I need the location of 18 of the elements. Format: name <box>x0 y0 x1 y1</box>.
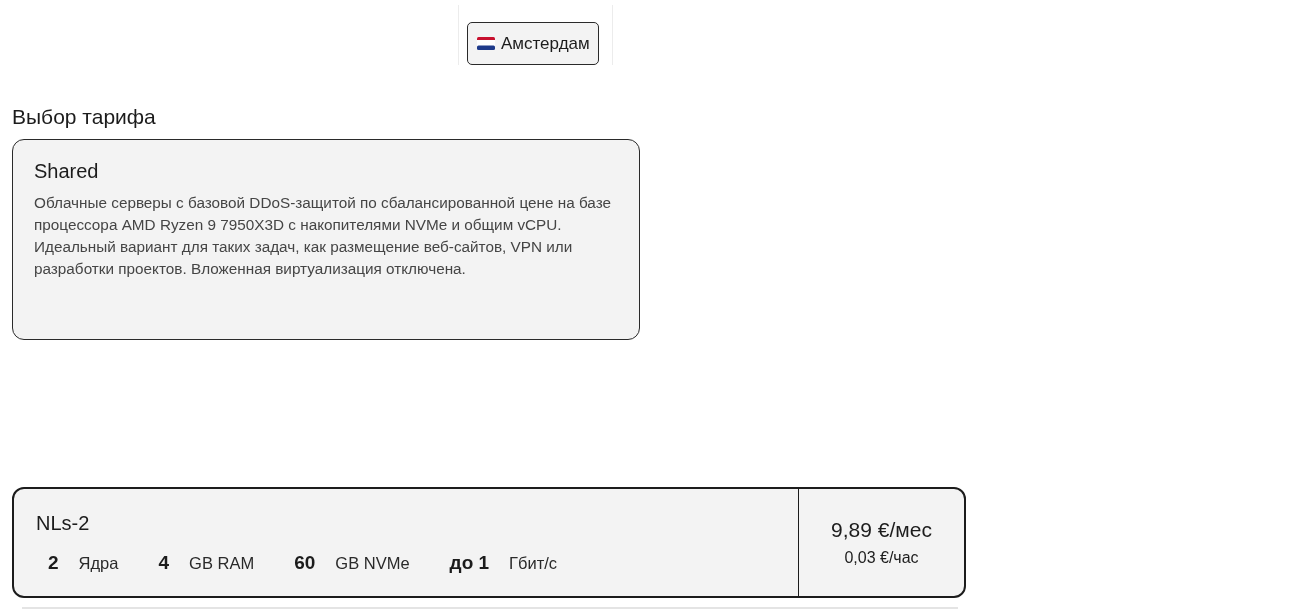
spec-value: 4 <box>158 551 170 575</box>
spec-unit: Гбит/с <box>509 553 558 574</box>
hourly-price: 0,03 €/час <box>844 547 919 568</box>
plan-card[interactable]: NLs-2 2 Ядра 4 GB RAM 60 GB NVMe до 1 Гбит/с 9,89 €/мес 0,03 €/час <box>12 487 966 598</box>
section-title: Выбор тарифа <box>12 104 156 130</box>
spec-value: 60 <box>294 551 316 575</box>
spec-unit: Ядра <box>78 553 119 574</box>
tariff-description: Облачные серверы с базовой DDoS-защитой по сбалансированной цене на базе процессора AMD Ryzen 9 7950X3D с накопителями NVMe и общим vCPU. Идеальный вариант для таких задач, как размещение веб-сайтов, VPN или разработки проектов. Вложенная виртуализация отключена. <box>34 193 612 279</box>
spec-unit: GB NVMe <box>335 553 410 574</box>
tariff-card[interactable] <box>12 139 640 340</box>
monthly-price: 9,89 €/мес <box>831 516 932 543</box>
spec-unit: GB RAM <box>189 553 255 574</box>
location-button[interactable]: Амстердам <box>467 22 599 65</box>
plan-name: NLs-2 <box>36 511 90 535</box>
tariff-title: Shared <box>34 159 100 184</box>
flag-icon <box>477 37 495 50</box>
spec-value: до 1 <box>449 551 490 575</box>
spec-value: 2 <box>48 551 59 575</box>
